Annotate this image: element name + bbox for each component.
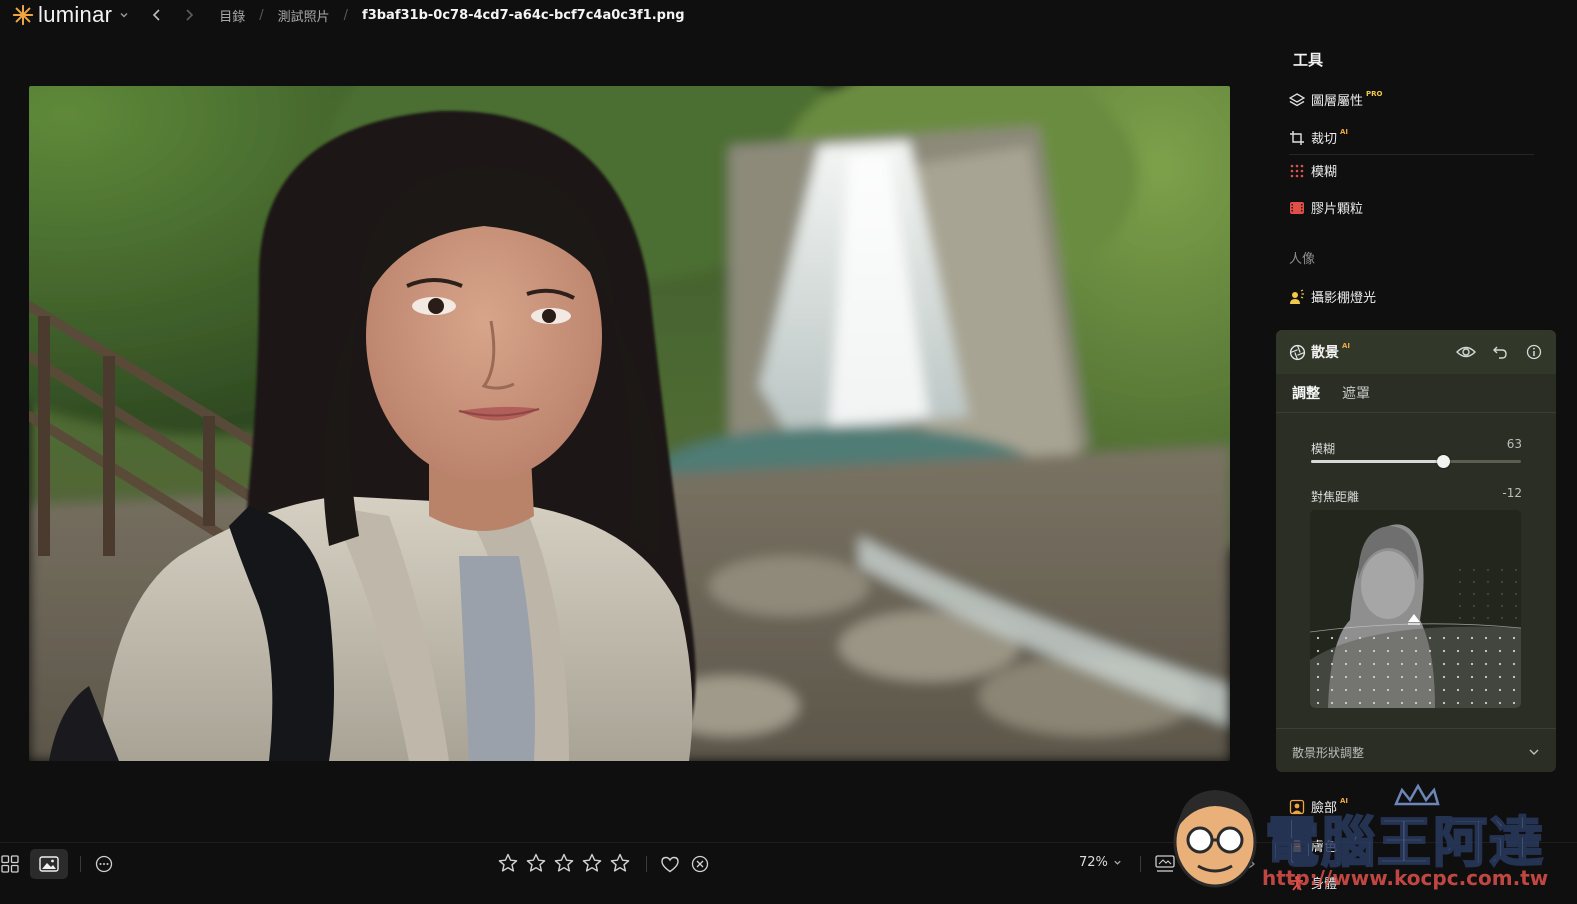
blur-slider[interactable] <box>1311 455 1521 468</box>
preview-eye-icon[interactable] <box>1234 854 1256 874</box>
breadcrumb-folder[interactable]: 測試照片 <box>278 6 330 25</box>
breadcrumb-separator: / <box>259 7 264 23</box>
forward-arrow-icon[interactable] <box>181 7 197 23</box>
breadcrumb-catalog[interactable]: 目錄 <box>219 6 245 25</box>
filmstrip-icon[interactable] <box>1154 854 1176 874</box>
back-arrow-icon[interactable] <box>149 7 165 23</box>
tool-crop[interactable]: 裁切 AI <box>1289 128 1348 147</box>
luminar-sun-icon <box>12 4 34 26</box>
ai-badge: AI <box>1342 342 1351 350</box>
portrait-photo <box>29 86 1230 761</box>
tool-face[interactable]: 臉部 AI <box>1289 797 1348 816</box>
tools-panel-title: 工具 <box>1293 51 1324 69</box>
compare-icon[interactable] <box>1194 854 1216 874</box>
tool-label: 模糊 <box>1311 165 1338 180</box>
portrait-section-label: 人像 <box>1289 252 1316 267</box>
studio-light-icon <box>1289 288 1305 305</box>
chevron-down-icon[interactable] <box>1528 746 1540 758</box>
blur-slider-value[interactable]: 63 <box>1507 437 1522 451</box>
divider <box>80 856 81 872</box>
divider <box>1289 154 1534 155</box>
divider <box>646 856 647 872</box>
crop-icon <box>1289 130 1305 146</box>
pro-badge: PRO <box>1366 89 1383 98</box>
single-image-view-icon[interactable] <box>30 849 68 879</box>
top-bar: luminar 目錄 / 測試照片 / f3baf31b-0c78-4cd7-a… <box>0 0 1577 30</box>
tool-studio-light[interactable]: 攝影棚燈光 <box>1289 287 1376 306</box>
focus-depth-map[interactable] <box>1310 510 1521 708</box>
bokeh-tool-card: 散景 AI 調整 遮罩 模糊 63 對焦距離 -12 散景形狀調整 <box>1276 330 1556 772</box>
chevron-down-icon <box>120 13 128 18</box>
bokeh-tabs: 調整 遮罩 <box>1292 383 1370 403</box>
zoom-level: 72% <box>1079 855 1108 870</box>
reject-icon[interactable] <box>690 854 710 874</box>
tool-label: 攝影棚燈光 <box>1311 291 1377 306</box>
tool-label: 裁切 <box>1311 132 1338 147</box>
breadcrumb: 目錄 / 測試照片 / f3baf31b-0c78-4cd7-a64c-bcf7… <box>219 6 684 25</box>
divider <box>1276 412 1556 413</box>
tool-label: 臉部 <box>1311 801 1338 816</box>
blur-slider-fill <box>1311 460 1444 463</box>
more-options-icon[interactable] <box>94 854 114 874</box>
blur-slider-handle[interactable] <box>1437 455 1451 468</box>
layers-icon <box>1289 92 1305 108</box>
focus-distance-label: 對焦距離 <box>1311 490 1360 504</box>
bokeh-title-text: 散景 <box>1311 345 1339 361</box>
tool-blur[interactable]: 模糊 <box>1289 161 1337 180</box>
star-icon[interactable] <box>554 853 574 873</box>
heart-icon[interactable] <box>660 854 680 874</box>
tab-adjust[interactable]: 調整 <box>1292 383 1320 403</box>
focus-distance-value[interactable]: -12 <box>1502 486 1522 500</box>
blur-icon <box>1289 163 1305 179</box>
aperture-icon <box>1289 344 1306 360</box>
eye-icon[interactable] <box>1456 342 1476 362</box>
tab-mask[interactable]: 遮罩 <box>1342 383 1370 403</box>
tool-label: 圖層屬性 <box>1311 94 1364 109</box>
star-icon[interactable] <box>582 853 602 873</box>
rating-stars <box>498 853 630 873</box>
blur-slider-label: 模糊 <box>1311 442 1336 456</box>
bokeh-card-header[interactable]: 散景 AI <box>1276 330 1556 374</box>
app-logo[interactable]: luminar <box>12 2 129 28</box>
face-icon <box>1289 799 1305 815</box>
tool-label: 膠片顆粒 <box>1311 202 1364 217</box>
tool-film-grain[interactable]: 膠片顆粒 <box>1289 198 1363 217</box>
bokeh-shape-adjust-toggle[interactable]: 散景形狀調整 <box>1292 744 1364 761</box>
undo-icon[interactable] <box>1490 342 1510 362</box>
film-grain-icon <box>1289 200 1305 216</box>
zoom-dropdown[interactable]: 72% <box>1079 855 1122 870</box>
bottom-toolbar: 72% <box>0 842 1577 884</box>
star-icon[interactable] <box>498 853 518 873</box>
ai-badge: AI <box>1340 127 1349 136</box>
grid-view-icon[interactable] <box>0 854 20 874</box>
app-name: luminar <box>38 2 113 27</box>
breadcrumb-filename: f3baf31b-0c78-4cd7-a64c-bcf7c4a0c3f1.png <box>362 7 685 23</box>
depth-map-preview <box>1310 510 1521 708</box>
divider <box>1140 856 1141 872</box>
ai-badge: AI <box>1340 796 1349 805</box>
chevron-down-icon <box>1114 860 1121 865</box>
star-icon[interactable] <box>610 853 630 873</box>
tool-layer-properties[interactable]: 圖層屬性 PRO <box>1289 90 1383 109</box>
info-icon[interactable] <box>1524 342 1544 362</box>
divider <box>1276 728 1556 729</box>
bokeh-title: 散景 AI <box>1289 342 1350 362</box>
breadcrumb-separator: / <box>343 7 349 23</box>
star-icon[interactable] <box>526 853 546 873</box>
bokeh-header-actions <box>1456 342 1544 362</box>
photo-canvas[interactable] <box>29 86 1230 761</box>
